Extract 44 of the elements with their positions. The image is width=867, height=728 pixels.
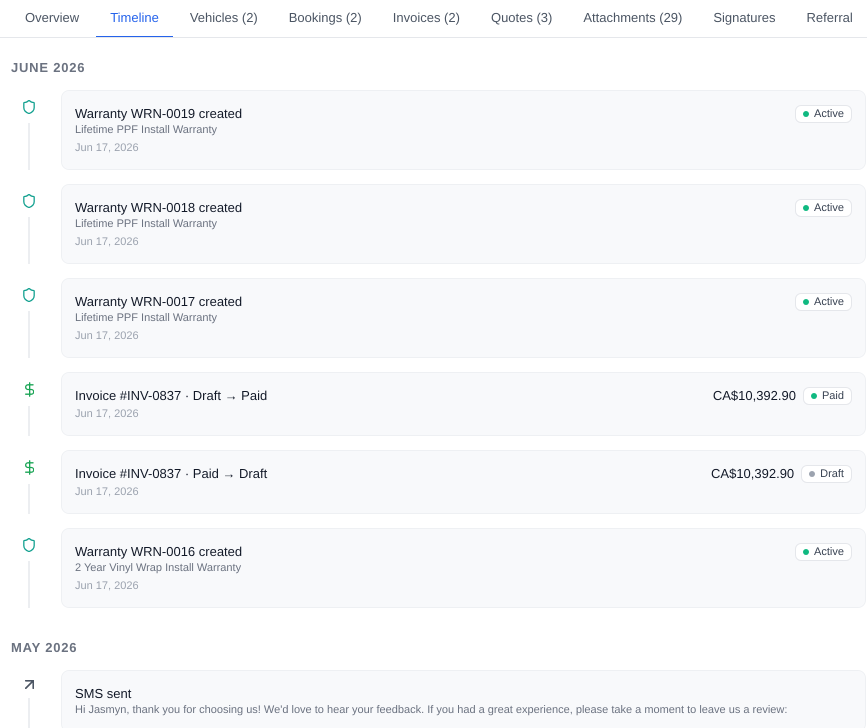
tab[interactable]: Vehicles (2) — [176, 0, 272, 37]
event-amount: CA$10,392.90 — [712, 388, 796, 404]
message-text: Hi Jasmyn, thank you for choosing us! We'd love to hear your feedback. If you had a great experience, please take a moment to leave us a review: — [75, 703, 788, 718]
event-amount: CA$10,392.90 — [711, 466, 794, 482]
tab[interactable]: Signatures — [699, 0, 790, 37]
section-heading: JUNE 2026 — [11, 60, 86, 76]
event-title: SMS sent — [75, 686, 132, 702]
status-label: Active — [814, 201, 844, 215]
tab[interactable]: Overview — [11, 0, 94, 37]
event-date: Jun 17, 2026 — [75, 329, 140, 344]
event-subtitle: Lifetime PPF Install Warranty — [75, 217, 218, 232]
event-subtitle: Lifetime PPF Install Warranty — [75, 311, 218, 326]
dollar-sign-icon — [24, 382, 34, 397]
shield-icon — [23, 538, 35, 552]
event-date: Jun 17, 2026 — [75, 579, 140, 594]
status-label: Active — [814, 545, 844, 559]
tab[interactable]: Quotes (3) — [476, 0, 566, 37]
section-heading: MAY 2026 — [11, 640, 78, 656]
shield-icon — [23, 100, 35, 114]
event-title: Invoice #INV-0837 · Draft → Paid — [75, 388, 268, 404]
event-date: Jun 17, 2026 — [75, 141, 140, 156]
event-date: Jun 17, 2026 — [75, 485, 140, 500]
event-subtitle: Lifetime PPF Install Warranty — [75, 123, 218, 138]
status-label: Active — [814, 107, 844, 121]
shield-icon — [23, 194, 35, 208]
tab[interactable]: Attachments (29) — [569, 0, 696, 37]
shield-icon — [23, 288, 35, 302]
event-date: Jun 17, 2026 — [75, 407, 140, 422]
tab[interactable]: Referral — [792, 0, 867, 37]
event-date: Jun 17, 2026 — [75, 235, 140, 250]
arrow-up-right-icon — [24, 680, 34, 689]
event-subtitle: 2 Year Vinyl Wrap Install Warranty — [75, 561, 242, 576]
status-label: Paid — [822, 389, 844, 403]
event-title: Warranty WRN-0017 created — [75, 294, 242, 310]
status-label: Draft — [820, 467, 844, 481]
event-title: Warranty WRN-0016 created — [75, 544, 242, 560]
event-title: Warranty WRN-0018 created — [75, 200, 242, 216]
event-title: Warranty WRN-0019 created — [75, 106, 242, 122]
status-label: Active — [814, 295, 844, 309]
tab[interactable]: Bookings (2) — [274, 0, 376, 37]
event-title: Invoice #INV-0837 · Paid → Draft — [75, 466, 268, 482]
tab[interactable]: Invoices (2) — [378, 0, 474, 37]
dollar-sign-icon — [24, 460, 34, 475]
tab[interactable]: Timeline — [96, 0, 173, 37]
